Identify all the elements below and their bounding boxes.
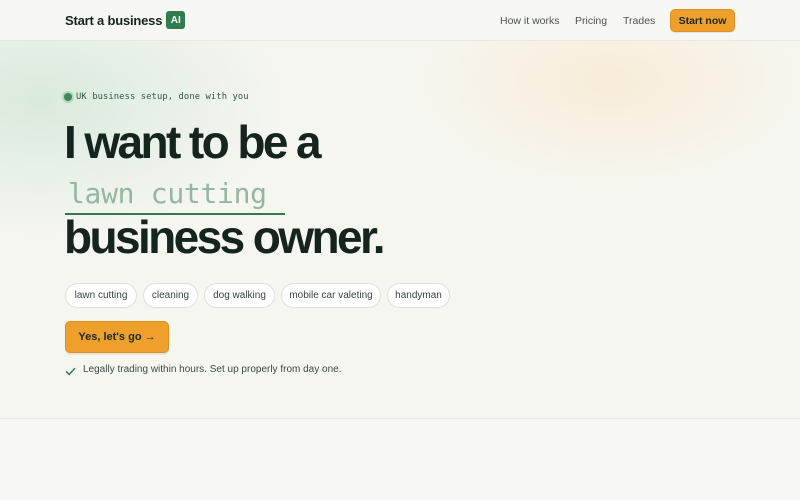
reassurance-text: Legally trading within hours. Set up pro… — [83, 364, 342, 375]
cta-lets-go-button[interactable]: Yes, let's go → — [65, 321, 169, 353]
business-type-input[interactable]: lawn cutting — [65, 174, 285, 215]
eyebrow: UK business setup, done with you — [64, 92, 249, 102]
chip-lawn-cutting[interactable]: lawn cutting — [65, 283, 137, 308]
chip-dog-walking[interactable]: dog walking — [204, 283, 275, 308]
reassurance-line: Legally trading within hours. Set up pro… — [65, 364, 342, 376]
eyebrow-text: UK business setup, done with you — [76, 92, 249, 102]
logo-text: Start a business — [65, 12, 163, 28]
chip-cleaning[interactable]: cleaning — [143, 283, 198, 308]
status-dot-icon — [64, 93, 72, 101]
chip-handyman[interactable]: handyman — [387, 283, 450, 308]
nav-how-it-works[interactable]: How it works — [500, 15, 560, 27]
check-icon — [65, 364, 76, 376]
page: Start a business AI How it works Pricing… — [0, 0, 800, 500]
logo-link[interactable]: Start a business AI — [65, 11, 186, 29]
nav-pricing[interactable]: Pricing — [575, 15, 607, 27]
business-type-value: lawn cutting — [68, 177, 267, 210]
logo-badge: AI — [166, 11, 186, 29]
headline-line-2: business owner. — [64, 211, 386, 263]
chip-mobile-car-valeting[interactable]: mobile car valeting — [281, 283, 381, 308]
start-now-button[interactable]: Start now — [670, 9, 735, 32]
below-fold-section — [0, 420, 800, 500]
nav-trades[interactable]: Trades — [623, 15, 655, 27]
site-header: Start a business AI How it works Pricing… — [0, 0, 800, 41]
headline-line-1: I want to be a — [64, 116, 322, 168]
